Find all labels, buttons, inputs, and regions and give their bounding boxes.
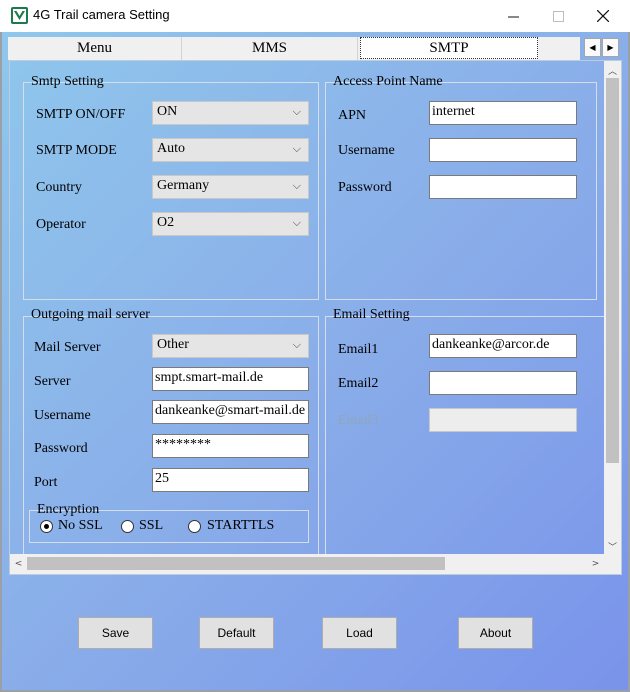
about-button[interactable]: About	[458, 617, 533, 649]
chevron-down-icon: ⌵	[292, 105, 301, 118]
smtp-username-input[interactable]: dankeanke@smart-mail.de	[152, 400, 309, 424]
app-logo-icon	[11, 7, 28, 24]
smtp-mode-select[interactable]: Auto ⌵	[152, 138, 309, 162]
smtp-password-label: Password	[34, 441, 88, 456]
maximize-icon[interactable]	[535, 0, 581, 32]
apn-input[interactable]: internet	[429, 101, 577, 125]
default-button[interactable]: Default	[199, 617, 274, 649]
operator-value: O2	[157, 215, 175, 230]
country-select[interactable]: Germany ⌵	[152, 175, 309, 199]
triangle-right-icon[interactable]: ▶	[602, 38, 619, 57]
save-button[interactable]: Save	[78, 617, 153, 649]
country-value: Germany	[157, 178, 210, 193]
starttls-label: STARTTLS	[207, 518, 275, 533]
email2-input[interactable]	[429, 371, 577, 395]
triangle-left-icon[interactable]: ◀	[584, 38, 601, 57]
ssl-radio[interactable]	[121, 520, 134, 533]
smtp-onoff-value: ON	[157, 104, 178, 119]
tab-menu[interactable]: Menu	[8, 37, 182, 60]
scroll-up-icon[interactable]: ︿	[604, 62, 621, 78]
smtp-setting-title: Smtp Setting	[31, 74, 104, 89]
smtp-onoff-select[interactable]: ON ⌵	[152, 101, 309, 125]
email1-label: Email1	[338, 342, 379, 357]
chevron-down-icon: ⌵	[292, 338, 301, 351]
email1-input[interactable]: dankeanke@arcor.de	[429, 334, 577, 358]
starttls-radio[interactable]	[188, 520, 201, 533]
minimize-icon[interactable]	[490, 0, 536, 32]
chevron-down-icon: ⌵	[292, 179, 301, 192]
smtp-mode-value: Auto	[157, 141, 185, 156]
close-icon[interactable]	[580, 0, 626, 32]
apn-username-label: Username	[338, 143, 395, 158]
smtp-onoff-label: SMTP ON/OFF	[36, 107, 126, 122]
no-ssl-radio[interactable]	[40, 520, 53, 533]
apn-password-input[interactable]	[429, 175, 577, 199]
outgoing-mail-title: Outgoing mail server	[31, 307, 150, 322]
no-ssl-label: No SSL	[58, 518, 103, 533]
apn-username-input[interactable]	[429, 138, 577, 162]
tab-smtp[interactable]: SMTP	[360, 37, 538, 59]
scrollbar-corner	[604, 554, 621, 574]
encryption-title: Encryption	[37, 502, 100, 517]
email3-input	[429, 408, 577, 432]
port-input[interactable]: 25	[152, 468, 309, 492]
country-label: Country	[36, 180, 82, 195]
mail-server-value: Other	[157, 337, 189, 352]
mail-server-label: Mail Server	[34, 340, 101, 355]
ssl-label: SSL	[139, 518, 164, 533]
apn-password-label: Password	[338, 180, 392, 195]
chevron-down-icon: ⌵	[292, 142, 301, 155]
smtp-mode-label: SMTP MODE	[36, 143, 117, 158]
load-button[interactable]: Load	[322, 617, 397, 649]
scroll-down-icon[interactable]: ﹀	[604, 538, 621, 554]
apn-label: APN	[338, 108, 367, 123]
smtp-username-label: Username	[34, 408, 91, 423]
scroll-left-icon[interactable]: <	[10, 555, 27, 573]
scroll-right-icon[interactable]: >	[587, 555, 604, 573]
vertical-scroll-thumb[interactable]	[606, 78, 619, 463]
operator-select[interactable]: O2 ⌵	[152, 212, 309, 236]
tab-mms[interactable]: MMS	[182, 37, 358, 60]
email3-label: Email3	[338, 413, 379, 428]
server-input[interactable]: smpt.smart-mail.de	[152, 367, 309, 391]
smtp-password-input[interactable]: ********	[152, 434, 309, 458]
mail-server-select[interactable]: Other ⌵	[152, 334, 309, 358]
operator-label: Operator	[36, 217, 86, 232]
access-point-title: Access Point Name	[333, 74, 443, 89]
server-label: Server	[34, 374, 71, 389]
port-label: Port	[34, 475, 58, 490]
window-title: 4G Trail camera Setting	[33, 7, 170, 22]
email2-label: Email2	[338, 376, 379, 391]
window-frame-left	[0, 32, 2, 692]
horizontal-scroll-thumb[interactable]	[27, 557, 445, 570]
chevron-down-icon: ⌵	[292, 216, 301, 229]
email-setting-title: Email Setting	[333, 307, 410, 322]
